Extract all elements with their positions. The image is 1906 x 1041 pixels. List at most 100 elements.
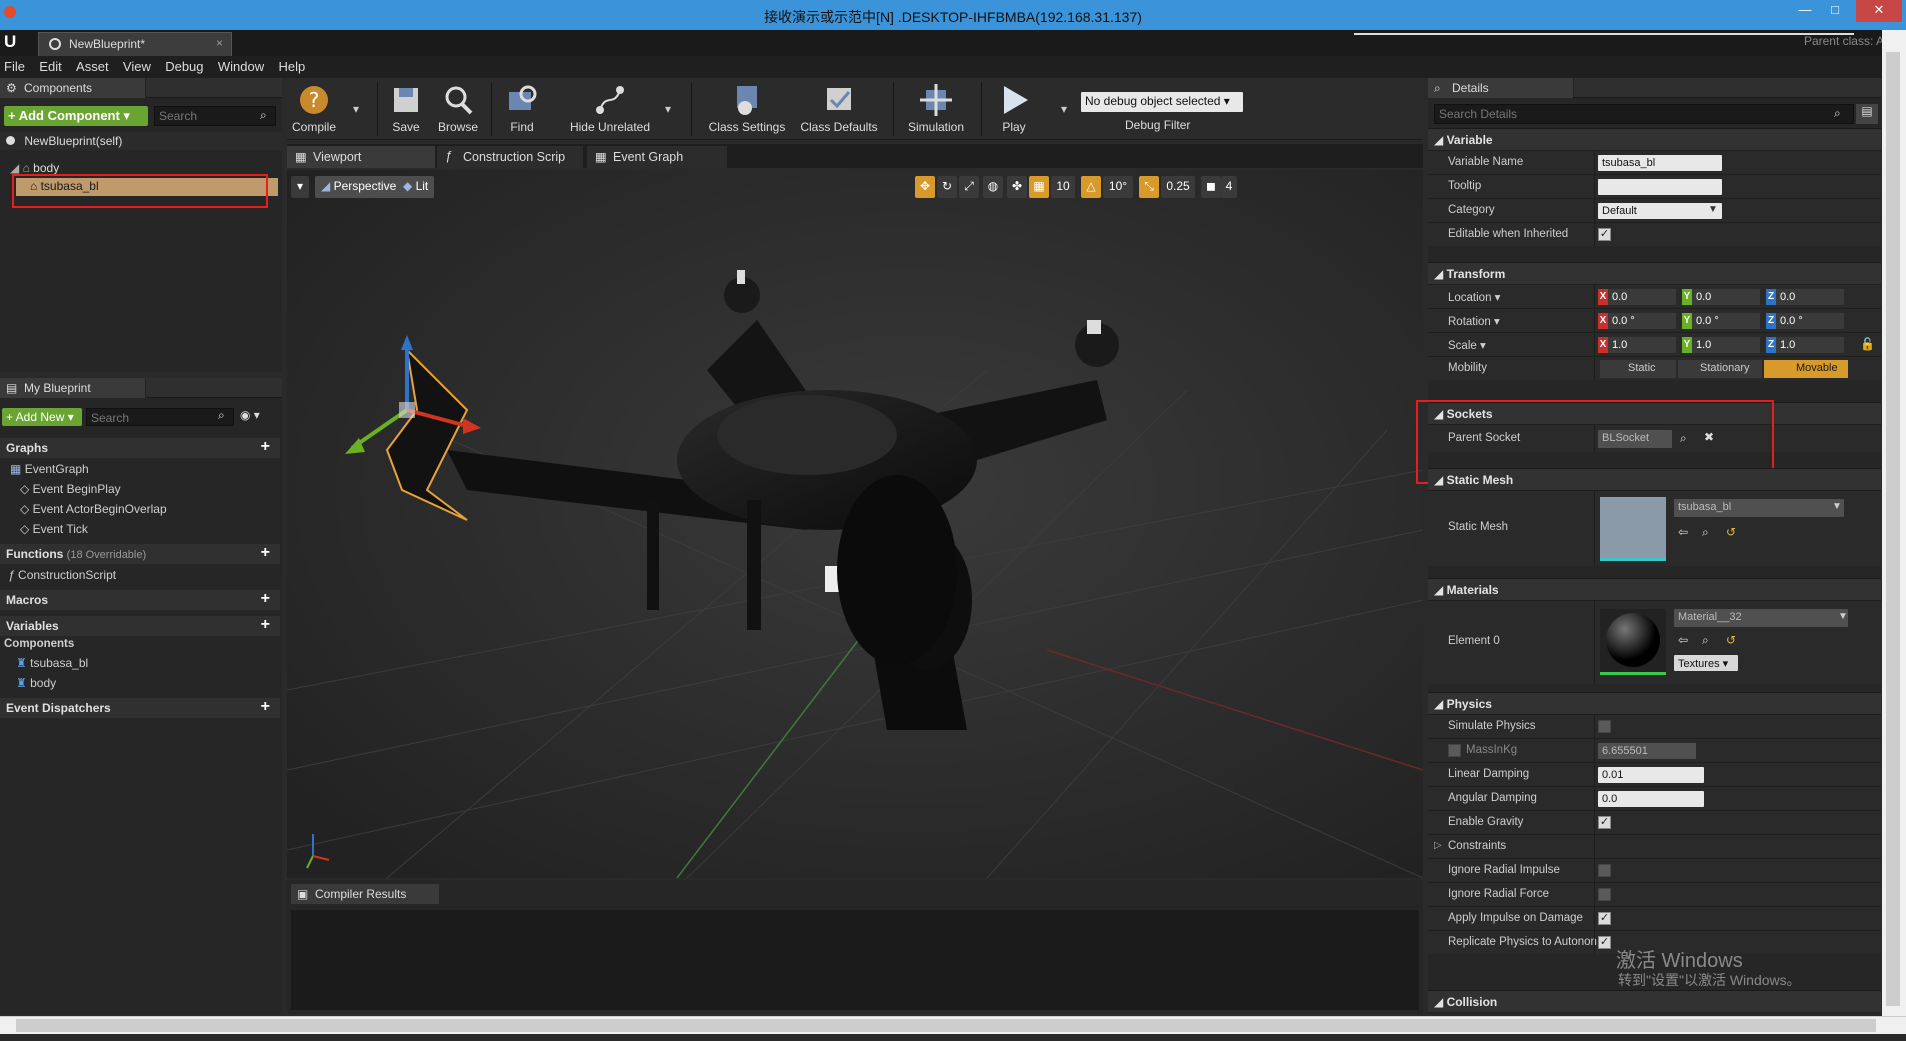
play-button[interactable]: Play — [987, 78, 1041, 140]
blueprint-search-input[interactable]: Search — [86, 408, 234, 426]
category-transform[interactable]: ◢ Transform — [1428, 262, 1881, 284]
browse-asset-icon[interactable]: ⌕ — [1702, 633, 1709, 648]
viewport-options-button[interactable]: ▾ — [291, 176, 310, 198]
vertical-scrollbar[interactable] — [1882, 30, 1906, 1016]
add-macro-icon[interactable]: + — [261, 590, 270, 608]
add-function-icon[interactable]: + — [261, 544, 270, 562]
menu-help[interactable]: Help — [274, 56, 312, 74]
component-var-item[interactable]: ♜ body — [0, 676, 56, 694]
event-item[interactable]: ◇ Event Tick — [0, 522, 88, 540]
rotation-x-field[interactable]: 0.0 ° — [1608, 313, 1676, 329]
tooltip-field[interactable] — [1598, 179, 1722, 195]
location-y-field[interactable]: 0.0 — [1692, 289, 1760, 305]
lit-button[interactable]: ◆ Lit — [397, 176, 435, 198]
scale-label[interactable]: Scale ▾ — [1448, 338, 1486, 352]
angular-damping-field[interactable]: 0.0 — [1598, 791, 1704, 807]
scale-snap-value[interactable]: 0.25 — [1161, 176, 1195, 198]
reset-icon[interactable]: ↺ — [1726, 633, 1736, 647]
ignore-radial-force-checkbox[interactable] — [1598, 888, 1611, 901]
rotation-snap-value[interactable]: 10° — [1103, 176, 1133, 198]
compile-button[interactable]: ? Compile — [289, 78, 339, 140]
hide-unrelated-options-icon[interactable]: ▾ — [665, 102, 671, 116]
tab-construction-script[interactable]: ƒ Construction Scrip — [437, 146, 583, 168]
replicate-physics-checkbox[interactable]: ✓ — [1598, 936, 1611, 949]
category-dropdown[interactable]: Default — [1598, 203, 1722, 219]
category-variables[interactable]: Variables + — [0, 616, 280, 636]
row-constraints[interactable]: ▷ Constraints — [1428, 834, 1881, 858]
rotation-label[interactable]: Rotation ▾ — [1448, 314, 1500, 328]
location-x-field[interactable]: 0.0 — [1608, 289, 1676, 305]
static-mesh-thumbnail[interactable] — [1600, 497, 1666, 561]
enable-gravity-checkbox[interactable]: ✓ — [1598, 816, 1611, 829]
category-functions[interactable]: Functions (18 Overridable) + — [0, 544, 280, 564]
construction-script-item[interactable]: ƒ ConstructionScript — [0, 568, 116, 586]
component-var-item[interactable]: ♜ tsubasa_bl — [0, 656, 88, 674]
material-dropdown[interactable]: Material__32 — [1674, 609, 1848, 627]
mobility-movable-button[interactable]: Movable — [1764, 360, 1848, 378]
textures-dropdown[interactable]: Textures ▾ — [1674, 655, 1738, 671]
tab-components[interactable]: ⚙ Components — [0, 78, 146, 98]
category-materials[interactable]: ◢ Materials — [1428, 578, 1881, 600]
details-search-input[interactable]: Search Details — [1434, 104, 1854, 124]
category-variable[interactable]: ◢ Variable — [1428, 128, 1881, 150]
menu-asset[interactable]: Asset — [72, 56, 116, 74]
lock-icon[interactable]: 🔓 — [1860, 337, 1875, 351]
camera-speed-icon[interactable]: ◼ — [1201, 176, 1221, 198]
horizontal-scroll-thumb[interactable] — [16, 1019, 1876, 1032]
material-thumbnail[interactable] — [1600, 609, 1666, 675]
location-z-field[interactable]: 0.0 — [1776, 289, 1844, 305]
apply-impulse-checkbox[interactable]: ✓ — [1598, 912, 1611, 925]
mass-override-checkbox[interactable] — [1448, 744, 1461, 757]
linear-damping-field[interactable]: 0.01 — [1598, 767, 1704, 783]
class-defaults-button[interactable]: Class Defaults — [797, 78, 881, 140]
self-row[interactable]: NewBlueprint(self) — [0, 132, 282, 150]
grid-snap-icon[interactable]: ▦ — [1029, 176, 1049, 198]
simulate-physics-checkbox[interactable] — [1598, 720, 1611, 733]
category-macros[interactable]: Macros + — [0, 590, 280, 610]
rotation-snap-icon[interactable]: △ — [1081, 176, 1101, 198]
compile-options-icon[interactable]: ▾ — [353, 102, 359, 116]
location-label[interactable]: Location ▾ — [1448, 290, 1500, 304]
viewport[interactable]: ▾ ◢ Perspective ◆ Lit ✥ ↻ ⤢ ◍ ✤ ▦ 10 △ 1… — [287, 170, 1423, 878]
variable-name-field[interactable]: tsubasa_bl — [1598, 155, 1722, 171]
mobility-static-button[interactable]: Static — [1600, 360, 1676, 378]
simulation-button[interactable]: Simulation — [901, 78, 971, 140]
scale-z-field[interactable]: 1.0 — [1776, 337, 1844, 353]
visibility-eye-icon[interactable]: ◉ ▾ — [240, 408, 260, 422]
browse-button[interactable]: Browse — [433, 78, 483, 140]
perspective-button[interactable]: ◢ Perspective — [315, 176, 403, 198]
menu-edit[interactable]: Edit — [35, 56, 68, 74]
menu-debug[interactable]: Debug — [161, 56, 210, 74]
editable-inherited-checkbox[interactable]: ✓ — [1598, 228, 1611, 241]
camera-speed-value[interactable]: 4 — [1221, 176, 1237, 198]
doc-tab-close-icon[interactable]: × — [216, 36, 223, 50]
tab-event-graph[interactable]: ▦ Event Graph — [587, 146, 727, 168]
doc-tab-newblueprint[interactable]: NewBlueprint* × — [38, 32, 232, 56]
add-graph-icon[interactable]: + — [261, 438, 270, 456]
category-static-mesh[interactable]: ◢ Static Mesh — [1428, 468, 1881, 490]
search-icon[interactable]: ⌕ — [218, 408, 225, 423]
horizontal-scrollbar[interactable] — [0, 1016, 1906, 1034]
static-mesh-dropdown[interactable]: tsubasa_bl — [1674, 499, 1844, 517]
components-search-input[interactable]: Search — [154, 106, 276, 126]
gizmo-center[interactable] — [399, 402, 415, 418]
play-options-icon[interactable]: ▾ — [1061, 102, 1067, 116]
components-subcategory[interactable]: Components — [0, 638, 74, 656]
ignore-radial-impulse-checkbox[interactable] — [1598, 864, 1611, 877]
surface-snap-icon[interactable]: ✤ — [1007, 176, 1027, 198]
event-item[interactable]: ◇ Event ActorBeginOverlap — [0, 502, 167, 520]
close-button[interactable]: ✕ — [1856, 0, 1902, 22]
maximize-button[interactable]: □ — [1820, 0, 1850, 22]
scale-tool-icon[interactable]: ⤢ — [959, 176, 979, 198]
add-new-button[interactable]: + Add New ▾ — [2, 408, 82, 426]
scale-snap-icon[interactable]: ⤡ — [1139, 176, 1159, 198]
search-icon[interactable]: ⌕ — [1834, 106, 1841, 121]
menu-window[interactable]: Window — [214, 56, 271, 74]
event-graph-item[interactable]: ▦ EventGraph — [0, 462, 89, 480]
add-dispatcher-icon[interactable]: + — [261, 698, 270, 716]
viewport-scene[interactable] — [287, 170, 1423, 878]
use-selected-arrow-icon[interactable]: ⇦ — [1678, 525, 1688, 539]
debug-object-select[interactable]: No debug object selected ▾ — [1081, 92, 1243, 112]
menu-file[interactable]: File — [0, 56, 32, 74]
tab-details[interactable]: ⌕ Details — [1428, 78, 1574, 98]
